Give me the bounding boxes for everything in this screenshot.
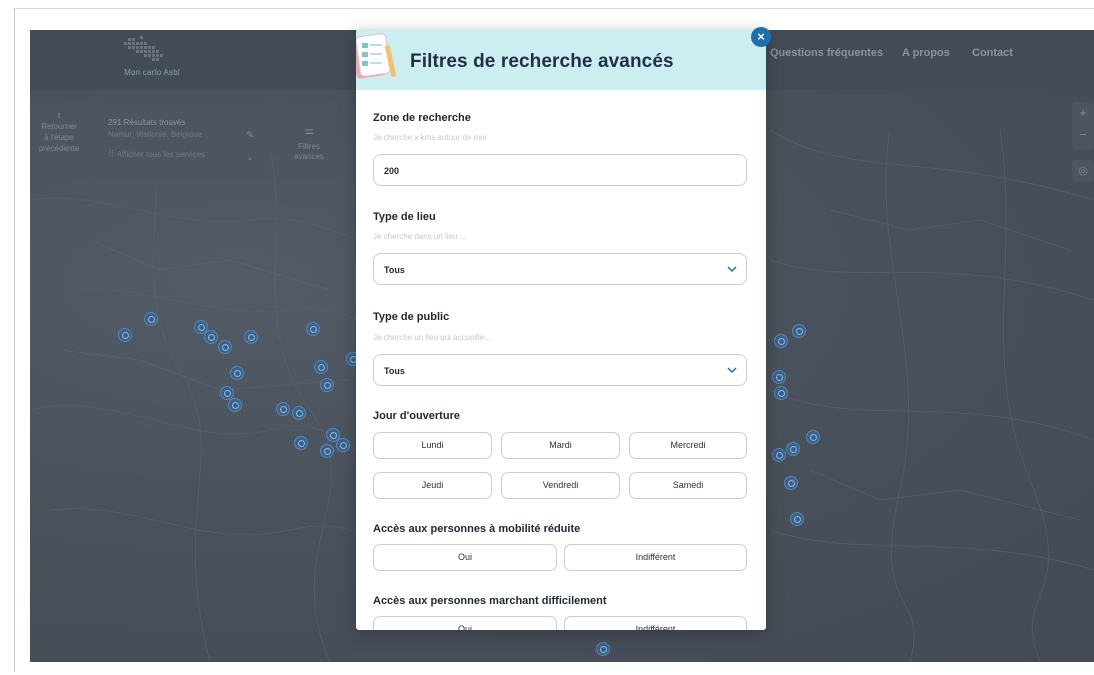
map-marker[interactable] [774,334,788,348]
show-all-services[interactable]: ⠿ Afficher tous les services [108,149,256,160]
zoom-out-button[interactable]: − [1072,124,1094,146]
filters-label-line2: avancés [294,152,324,161]
pmr-indifferent-button[interactable]: Indifférent [564,544,747,571]
advanced-filters-modal: Filtres de recherche avancés Zone de rec… [356,29,766,630]
map-marker[interactable] [320,378,334,392]
map-marker[interactable] [596,642,610,656]
results-count: 291 Résultats trouvés [108,118,186,127]
place-type-value: Tous [384,265,405,275]
chevron-down-icon [727,367,737,374]
back-label-line3: précédente [38,144,80,153]
checklist-icon [356,33,396,79]
day-button-lundi[interactable]: Lundi [373,432,492,459]
modal-title: Filtres de recherche avancés [410,51,674,72]
public-hint: Je cherche un lieu qui accueille ... [373,333,494,342]
map-marker[interactable] [314,360,328,374]
day-button-samedi[interactable]: Samedi [629,472,747,499]
day-button-jeudi[interactable]: Jeudi [373,472,492,499]
map-marker[interactable] [118,328,132,342]
distance-input[interactable]: 200 [373,154,747,186]
zoom-controls: + − [1072,102,1094,150]
map-marker[interactable] [320,444,334,458]
map-marker[interactable] [144,312,158,326]
marchant-title: Accès aux personnes marchant difficileme… [373,595,607,607]
chevron-down-icon [727,266,737,273]
site-logo[interactable]: Mon carto Asbl [112,36,192,82]
map-marker[interactable] [218,340,232,354]
map-marker[interactable] [244,330,258,344]
jour-title: Jour d'ouverture [373,410,460,422]
place-type-select[interactable]: Tous [373,253,747,285]
marchant-indifferent-button[interactable]: Indifférent [564,616,747,630]
chevron-down-icon[interactable]: ⌄ [246,152,254,163]
map-marker[interactable] [792,324,806,338]
pmr-title: Accès aux personnes à mobilité réduite [373,523,581,535]
logo-map-icon [124,36,163,61]
lieu-title: Type de lieu [373,211,436,223]
results-location: Namur, Wallonie, Belgique [108,130,202,139]
day-button-mercredi[interactable]: Mercredi [629,432,747,459]
results-card: 291 Résultats trouvés Namur, Wallonie, B… [96,102,268,180]
sliders-icon: ⚌ [304,125,314,137]
nav-link-faq[interactable]: Questions fréquentes [770,47,883,59]
map-marker[interactable] [772,448,786,462]
map-marker[interactable] [230,366,244,380]
map-marker[interactable] [292,406,306,420]
modal-body[interactable]: Zone de recherche Je cherche x kms autou… [356,90,766,630]
map-marker[interactable] [772,370,786,384]
day-button-mardi[interactable]: Mardi [501,432,620,459]
back-label-line2: à l'étape [44,133,74,142]
map-marker[interactable] [806,430,820,444]
nav-link-contact[interactable]: Contact [972,47,1013,59]
edit-pencil-icon[interactable]: ✎ [246,130,254,141]
map-marker[interactable] [786,442,800,456]
audience-type-value: Tous [384,366,405,376]
map-marker[interactable] [228,398,242,412]
show-all-services-label: Afficher tous les services [116,150,206,159]
lieu-hint: Je cherche dans un lieu ... [373,232,467,241]
back-button[interactable]: ‹ Retourner à l'étape précédente [30,102,88,180]
zone-title: Zone de recherche [373,112,471,124]
filters-label-line1: Filtres [298,142,320,151]
map-marker[interactable] [774,386,788,400]
map-marker[interactable] [276,402,290,416]
map-marker[interactable] [336,438,350,452]
public-title: Type de public [373,311,450,323]
day-button-vendredi[interactable]: Vendredi [501,472,620,499]
marchant-yes-button[interactable]: Oui [373,616,557,630]
pmr-yes-button[interactable]: Oui [373,544,557,571]
back-label-line1: Retourner [41,122,77,131]
zoom-in-button[interactable]: + [1072,102,1094,124]
audience-type-select[interactable]: Tous [373,354,747,386]
map-marker[interactable] [204,330,218,344]
logo-text: Mon carto Asbl [124,68,180,77]
nav-link-about[interactable]: A propos [902,47,950,59]
modal-header: Filtres de recherche avancés [356,29,766,90]
map-marker[interactable] [790,512,804,526]
zone-hint: Je cherche x kms autour de moi [373,133,487,142]
map-marker[interactable] [294,436,308,450]
locate-button[interactable]: ◎ [1072,160,1094,182]
grid-icon: ⠿ [108,149,115,159]
close-button[interactable]: × [751,27,771,47]
advanced-filters-button[interactable]: ⚌ Filtres avancés [280,102,338,180]
map-marker[interactable] [784,476,798,490]
map-marker[interactable] [306,322,320,336]
target-icon: ◎ [1078,165,1088,177]
chevron-left-icon: ‹ [57,108,61,122]
